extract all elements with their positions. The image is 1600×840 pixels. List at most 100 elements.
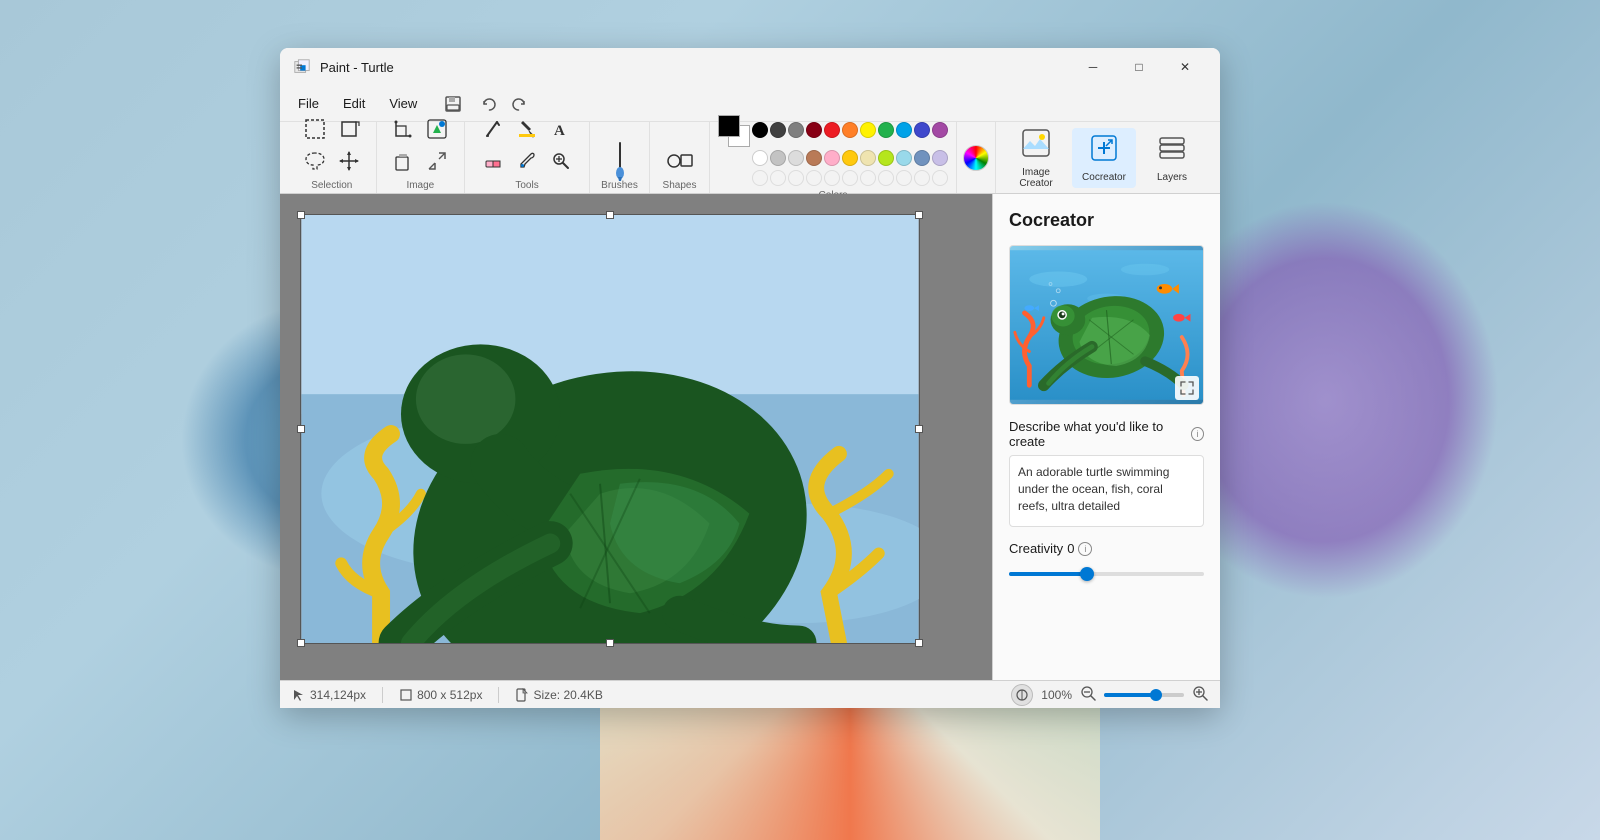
color-pink[interactable]: [824, 150, 840, 166]
color-brown[interactable]: [806, 150, 822, 166]
color-transparent-8[interactable]: [878, 170, 894, 186]
color-lightblue[interactable]: [896, 150, 912, 166]
app-icon: [292, 57, 312, 77]
color-lavender[interactable]: [932, 150, 948, 166]
color-transparent-1[interactable]: [752, 170, 768, 186]
canvas-dimensions: 800 x 512px: [399, 688, 482, 702]
describe-label: Describe what you'd like to create i: [1009, 419, 1204, 449]
color-blue[interactable]: [914, 122, 930, 138]
creativity-label-text: Creativity: [1009, 541, 1063, 556]
rectangular-selection-button[interactable]: [299, 114, 331, 144]
ribbon-group-brushes: Brushes: [590, 122, 650, 193]
window-title: Paint - Turtle: [320, 60, 1070, 75]
color-lightgray2[interactable]: [788, 150, 804, 166]
color-purple[interactable]: [932, 122, 948, 138]
color-transparent-7[interactable]: [860, 170, 876, 186]
handle-middle-left[interactable]: [297, 425, 305, 433]
color-row-1: [752, 122, 948, 138]
image-creator-label: Image Creator: [1014, 167, 1058, 189]
zoom-tool-button[interactable]: [545, 146, 577, 176]
fill-button[interactable]: [511, 114, 543, 144]
minimize-button[interactable]: ─: [1070, 51, 1116, 83]
expand-image-button[interactable]: [1175, 376, 1199, 400]
move-button[interactable]: [333, 146, 365, 176]
color-yellow[interactable]: [860, 122, 876, 138]
color-green[interactable]: [878, 122, 894, 138]
color-cyan[interactable]: [896, 122, 912, 138]
bg-remove-button[interactable]: [421, 114, 453, 144]
crop-button[interactable]: [387, 114, 419, 144]
color-transparent-11[interactable]: [932, 170, 948, 186]
cocreator-icon: [1088, 132, 1120, 170]
menu-view[interactable]: View: [379, 92, 427, 115]
color-lime[interactable]: [878, 150, 894, 166]
reference-image-frame: [1009, 245, 1204, 405]
color-transparent-2[interactable]: [770, 170, 786, 186]
menu-file[interactable]: File: [288, 92, 329, 115]
describe-textarea[interactable]: [1009, 455, 1204, 527]
handle-bottom-left[interactable]: [297, 639, 305, 647]
color-gray[interactable]: [788, 122, 804, 138]
color-orange[interactable]: [842, 122, 858, 138]
color-transparent-9[interactable]: [896, 170, 912, 186]
close-button[interactable]: ✕: [1162, 51, 1208, 83]
color-darkgray[interactable]: [770, 122, 786, 138]
layers-button[interactable]: Layers: [1140, 128, 1204, 188]
color-cream[interactable]: [860, 150, 876, 166]
color-black[interactable]: [752, 122, 768, 138]
color-steelblue[interactable]: [914, 150, 930, 166]
handle-bottom-center[interactable]: [606, 639, 614, 647]
color-transparent-6[interactable]: [842, 170, 858, 186]
handle-top-right[interactable]: [915, 211, 923, 219]
maximize-button[interactable]: □: [1116, 51, 1162, 83]
drawing-canvas[interactable]: [280, 194, 992, 680]
image-label: Image: [406, 180, 434, 191]
text-button[interactable]: A: [545, 114, 577, 144]
handle-top-center[interactable]: [606, 211, 614, 219]
handle-top-left[interactable]: [297, 211, 305, 219]
color-transparent-3[interactable]: [788, 170, 804, 186]
color-transparent-4[interactable]: [806, 170, 822, 186]
zoom-slider[interactable]: [1104, 693, 1184, 697]
zoom-track: [1104, 693, 1152, 697]
handle-middle-right[interactable]: [915, 425, 923, 433]
zoom-thumb[interactable]: [1150, 689, 1162, 701]
cocreator-panel: Cocreator: [992, 194, 1220, 680]
color-white[interactable]: [752, 150, 768, 166]
creativity-slider[interactable]: [1009, 564, 1204, 584]
creativity-track: [1009, 572, 1204, 576]
rotate-button[interactable]: [333, 114, 365, 144]
color-picker-button[interactable]: [963, 145, 989, 171]
zoom-out-button[interactable]: [1080, 685, 1096, 704]
resize-button[interactable]: [421, 146, 453, 176]
pencil-button[interactable]: [477, 114, 509, 144]
drawing-tools: A: [473, 114, 581, 176]
color-transparent-10[interactable]: [914, 170, 930, 186]
cursor-icon: [292, 688, 306, 702]
describe-label-text: Describe what you'd like to create: [1009, 419, 1187, 449]
eraser-button[interactable]: [477, 146, 509, 176]
zoom-in-button[interactable]: [1192, 685, 1208, 704]
cocreator-button[interactable]: Cocreator: [1072, 128, 1136, 188]
paste-button[interactable]: [387, 146, 419, 176]
color-darkred[interactable]: [806, 122, 822, 138]
ribbon: Selection Image: [280, 122, 1220, 194]
creativity-info-icon[interactable]: i: [1078, 542, 1092, 556]
handle-bottom-right[interactable]: [915, 639, 923, 647]
image-creator-button[interactable]: Image Creator: [1004, 128, 1068, 188]
color-gold[interactable]: [842, 150, 858, 166]
selection-label: Selection: [311, 180, 352, 191]
eyedropper-button[interactable]: [511, 146, 543, 176]
brush-button[interactable]: [604, 146, 636, 176]
creativity-thumb[interactable]: [1080, 567, 1094, 581]
color-lightgray[interactable]: [770, 150, 786, 166]
tools-label: Tools: [515, 180, 538, 191]
lasso-selection-button[interactable]: [299, 146, 331, 176]
menu-edit[interactable]: Edit: [333, 92, 375, 115]
describe-info-icon[interactable]: i: [1191, 427, 1204, 441]
color-mode-button[interactable]: [1011, 684, 1033, 706]
reference-image-container: [1009, 245, 1204, 405]
color-red[interactable]: [824, 122, 840, 138]
color-transparent-5[interactable]: [824, 170, 840, 186]
shapes-button[interactable]: [664, 146, 696, 176]
